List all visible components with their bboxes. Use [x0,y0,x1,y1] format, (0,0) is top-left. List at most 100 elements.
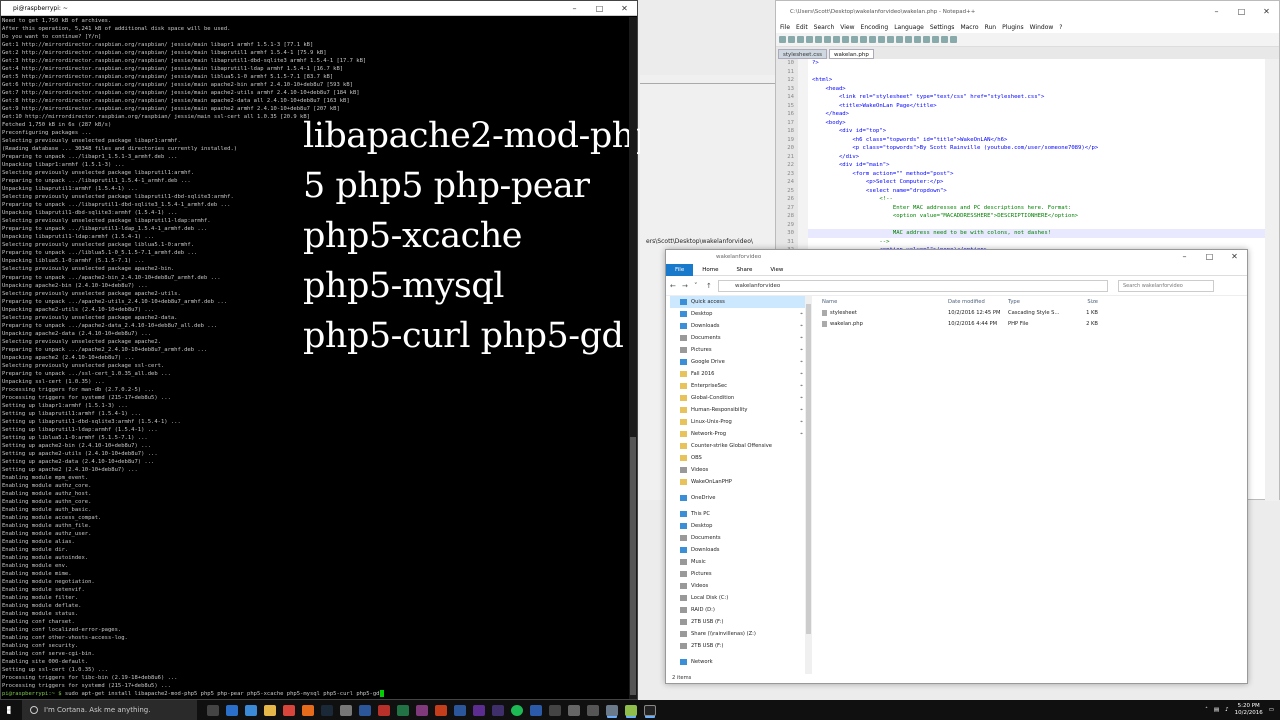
nav-item[interactable]: Documents ⌖ [670,332,805,344]
open-icon[interactable] [788,36,795,43]
save-icon[interactable] [797,36,804,43]
menu-item[interactable]: Window [1030,23,1054,33]
nav-item[interactable]: Google Drive ⌖ [670,356,805,368]
close-button[interactable]: ✕ [612,1,637,16]
onenote-icon[interactable] [416,704,428,716]
fold-margin[interactable] [798,144,808,153]
nav-item[interactable]: Documents [670,532,805,544]
pin-icon[interactable]: ⌖ [800,368,803,380]
nav-item[interactable]: This PC [670,508,805,520]
code-line[interactable]: 13 <head> [776,84,1266,93]
menu-item[interactable]: Encoding [861,23,889,33]
nav-item[interactable]: Share (\\rainvillenas) (Z:) [670,628,805,640]
code-line[interactable]: 28 <option value="MACADDRESSHERE">DESCRI… [776,212,1266,221]
pin-icon[interactable]: ⌖ [800,356,803,368]
close-icon[interactable] [815,36,822,43]
column-name[interactable]: Name [818,296,948,308]
nav-item[interactable]: Human-Responsibility ⌖ [670,404,805,416]
word-icon[interactable] [359,704,371,716]
code-line[interactable]: 16 </head> [776,110,1266,119]
nav-item[interactable]: RAID (D:) [670,604,805,616]
pin-icon[interactable]: ⌖ [800,332,803,344]
word2-icon[interactable] [454,704,466,716]
chrome-icon[interactable] [283,704,295,716]
network-icon[interactable]: ▤ [1214,707,1219,713]
spotify-icon[interactable] [511,704,523,716]
fold-margin[interactable] [798,59,808,68]
menu-item[interactable]: Settings [930,23,955,33]
nav-item[interactable]: OBS [670,452,805,464]
ribbon-file[interactable]: File [666,263,694,276]
fold-margin[interactable] [798,203,808,212]
nav-item[interactable]: 2TB USB (F:) [670,616,805,628]
back-icon[interactable]: ← [670,282,678,290]
code-line[interactable]: 19 <h6 class="topwords" id="title">WakeO… [776,135,1266,144]
chevron-down-icon[interactable]: ˅ [694,282,702,290]
nav-item[interactable]: Pictures ⌖ [670,344,805,356]
ribbon-share[interactable]: Share [727,264,761,276]
ribbon-home[interactable]: Home [693,264,727,276]
nav-item[interactable]: Videos [670,464,805,476]
edge-icon[interactable] [226,704,238,716]
menu-item[interactable]: Plugins [1002,23,1024,33]
volume-icon[interactable]: ♪ [1225,707,1229,713]
tab-wakelan[interactable]: wakelan.php [828,49,874,59]
nav-item[interactable]: Fall 2016 ⌖ [670,368,805,380]
nav-item[interactable]: Linux-Unix-Prog ⌖ [670,416,805,428]
menu-item[interactable]: Macro [960,23,978,33]
cortana-search[interactable]: I'm Cortana. Ask me anything. [22,700,197,720]
explorer-titlebar[interactable]: wakelanforvideo – □ ✕ [666,250,1247,264]
maximize-button[interactable]: □ [1229,1,1254,23]
zoom-out-icon[interactable] [905,36,912,43]
code-line[interactable]: 31 --> [776,237,1266,246]
mail-icon[interactable] [340,704,352,716]
terminal-scrollbar[interactable] [629,17,637,699]
nav-item[interactable]: WakeOnLanPHP [670,476,805,488]
address-bar[interactable]: wakelanforvideo [718,279,1108,292]
maximize-button[interactable]: □ [1197,250,1222,264]
wrap-icon[interactable] [923,36,930,43]
task-view-icon[interactable] [207,704,219,716]
terminal-window[interactable]: pi@raspberrypi: ~ – □ ✕ Need to get 1,75… [0,0,656,700]
nav-item[interactable]: Desktop ⌖ [670,308,805,320]
code-line[interactable]: 29 [776,220,1266,229]
fold-margin[interactable] [798,152,808,161]
nav-item[interactable]: Downloads [670,544,805,556]
code-line[interactable]: 27 Enter MAC addresses and PC descriptio… [776,203,1266,212]
excel-icon[interactable] [397,704,409,716]
nav-item[interactable]: OneDrive [670,492,805,504]
nav-item[interactable]: EnterpriseSec ⌖ [670,380,805,392]
fold-margin[interactable] [798,67,808,76]
sync-icon[interactable] [914,36,921,43]
pin-icon[interactable]: ⌖ [800,428,803,440]
code-line[interactable]: 21 </div> [776,152,1266,161]
notifications-icon[interactable]: ▭ [1269,707,1274,713]
outlook-icon[interactable] [530,704,542,716]
fold-margin[interactable] [798,169,808,178]
command-line[interactable]: pi@raspberrypi:~ $ sudo apt-get install … [2,690,630,698]
pin-icon[interactable]: ⌖ [800,380,803,392]
fold-margin[interactable] [798,220,808,229]
terminal-icon[interactable] [644,704,656,716]
fold-margin[interactable] [798,127,808,136]
new-icon[interactable] [779,36,786,43]
menu-item[interactable]: Edit [796,23,808,33]
nav-item[interactable]: Quick access [670,296,805,308]
copy-icon[interactable] [842,36,849,43]
menu-item[interactable]: Language [894,23,924,33]
clock[interactable]: 5:20 PM 10/2/2016 [1235,703,1263,717]
steam-icon[interactable] [321,704,333,716]
column-type[interactable]: Type [1008,296,1068,308]
firefox-icon[interactable] [302,704,314,716]
search-input[interactable]: Search wakelanforvideo [1118,279,1214,292]
save-all-icon[interactable] [806,36,813,43]
fold-margin[interactable] [798,195,808,204]
fold-margin[interactable] [798,161,808,170]
maximize-button[interactable]: □ [587,1,612,16]
fold-margin[interactable] [798,178,808,187]
code-line[interactable]: 14 <link rel="stylesheet" type="text/css… [776,93,1266,102]
nav-item[interactable]: Counter-strike Global Offensive [670,440,805,452]
store-icon[interactable] [245,704,257,716]
close-button[interactable]: ✕ [1222,250,1247,264]
code-line[interactable]: 17 <body> [776,118,1266,127]
